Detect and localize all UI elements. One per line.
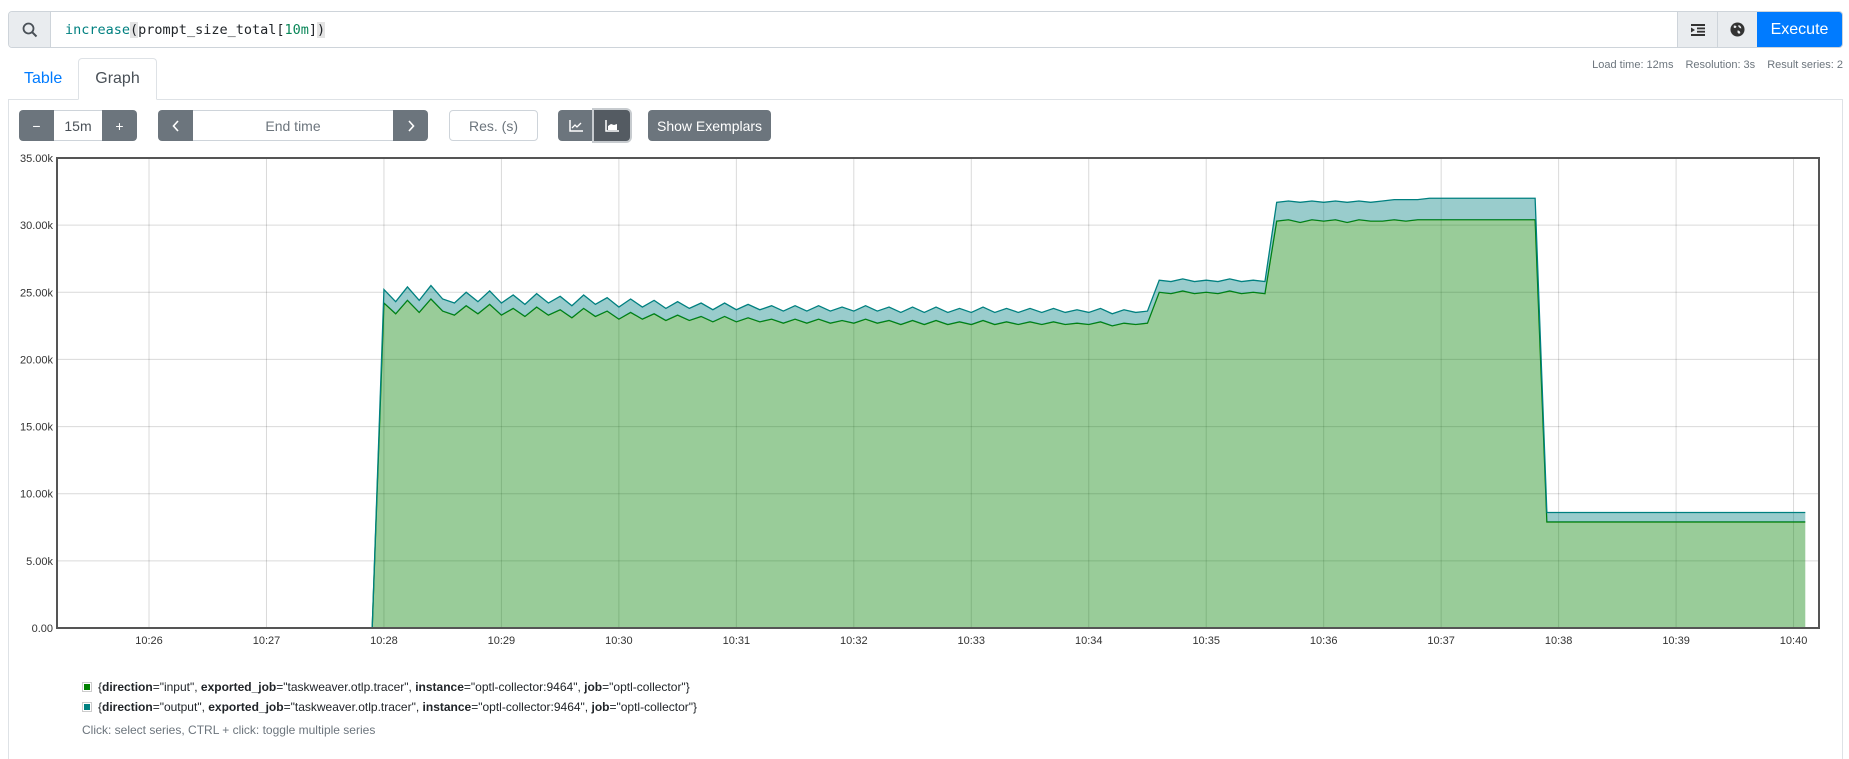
show-exemplars-button[interactable]: Show Exemplars [648, 110, 772, 141]
y-tick-label: 35.00k [20, 153, 54, 165]
resolution-input[interactable]: Res. (s) [449, 110, 538, 141]
end-time-input[interactable]: End time [193, 110, 393, 141]
next-time-button[interactable] [393, 110, 428, 141]
x-tick-label: 10:28 [370, 635, 398, 647]
graph[interactable]: 0.00 5.00k 10.00k 15.00k 20.00k 25.00k 30.00k 3… [0, 150, 1849, 660]
result-series: Result series: 2 [1767, 59, 1843, 71]
legend-hint: Click: select series, CTRL + click: togg… [82, 723, 376, 737]
x-tick-label: 10:33 [958, 635, 986, 647]
legend-label: {direction="output", exported_job="taskw… [98, 700, 698, 714]
y-tick-label: 20.00k [20, 354, 54, 366]
query-token: 10m [284, 21, 309, 38]
globe-icon [1730, 22, 1745, 37]
search-icon [9, 12, 51, 47]
x-tick-label: 10:39 [1662, 635, 1690, 647]
x-tick-label: 10:30 [605, 635, 633, 647]
execute-button[interactable]: Execute [1757, 12, 1842, 47]
line-chart-button[interactable] [558, 110, 594, 141]
legend: {direction="input", exported_job="taskwe… [82, 677, 697, 717]
stacked-area-chart-icon [605, 119, 619, 132]
x-tick-label: 10:38 [1545, 635, 1573, 647]
increase-range-button[interactable]: + [102, 110, 137, 141]
range-control: − 15m + [19, 110, 137, 141]
x-tick-label: 10:35 [1192, 635, 1220, 647]
previous-time-button[interactable] [158, 110, 193, 141]
x-tick-label: 10:29 [488, 635, 516, 647]
tab-graph[interactable]: Graph [78, 58, 157, 100]
x-tick-label: 10:26 [135, 635, 163, 647]
end-time-control: End time [158, 110, 428, 141]
query-token: ) [317, 21, 326, 38]
x-tick-label: 10:40 [1780, 635, 1808, 647]
legend-swatch [82, 682, 92, 692]
x-tick-label: 10:34 [1075, 635, 1103, 647]
x-tick-label: 10:27 [253, 635, 281, 647]
x-tick-label: 10:37 [1427, 635, 1455, 647]
metrics-explorer-button[interactable] [1717, 12, 1757, 47]
format-expression-button[interactable] [1677, 12, 1717, 47]
view-tabs: Table Graph [8, 58, 157, 100]
query-token: increase [65, 21, 131, 38]
y-tick-label: 15.00k [20, 422, 54, 434]
range-input[interactable]: 15m [54, 110, 102, 141]
x-tick-label: 10:32 [840, 635, 868, 647]
query-bar: increase(prompt_size_total[10m]) Execute [8, 11, 1843, 48]
legend-item[interactable]: {direction="output", exported_job="taskw… [82, 697, 697, 717]
legend-label: {direction="input", exported_job="taskwe… [98, 680, 690, 694]
y-tick-label: 5.00k [26, 556, 53, 568]
query-stats: Load time: 12ms Resolution: 3s Result se… [1592, 59, 1843, 71]
load-time: Load time: 12ms [1592, 59, 1674, 71]
format-indent-icon [1690, 23, 1705, 36]
y-tick-label: 0.00 [32, 623, 53, 635]
decrease-range-button[interactable]: − [19, 110, 54, 141]
legend-item[interactable]: {direction="input", exported_job="taskwe… [82, 677, 697, 697]
resolution: Resolution: 3s [1685, 59, 1756, 71]
x-tick-label: 10:31 [723, 635, 751, 647]
y-tick-label: 25.00k [20, 287, 54, 299]
query-token: ( [130, 21, 139, 38]
y-tick-label: 10.00k [20, 489, 54, 501]
legend-swatch [82, 702, 92, 712]
y-tick-label: 30.00k [20, 220, 54, 232]
stacked-chart-button[interactable] [594, 110, 630, 141]
query-input[interactable]: increase(prompt_size_total[10m]) [51, 12, 1677, 47]
line-chart-icon [569, 119, 583, 132]
tab-table[interactable]: Table [8, 58, 78, 100]
series-area-input[interactable] [278, 219, 1806, 628]
exemplars-control: Show Exemplars [648, 110, 772, 141]
x-tick-label: 10:36 [1310, 635, 1338, 647]
chevron-right-icon [407, 119, 415, 132]
query-token: prompt_size_total[ [138, 21, 285, 38]
chart-type-toggle [558, 110, 630, 141]
query-token: ] [308, 21, 318, 38]
chevron-left-icon [171, 119, 179, 132]
